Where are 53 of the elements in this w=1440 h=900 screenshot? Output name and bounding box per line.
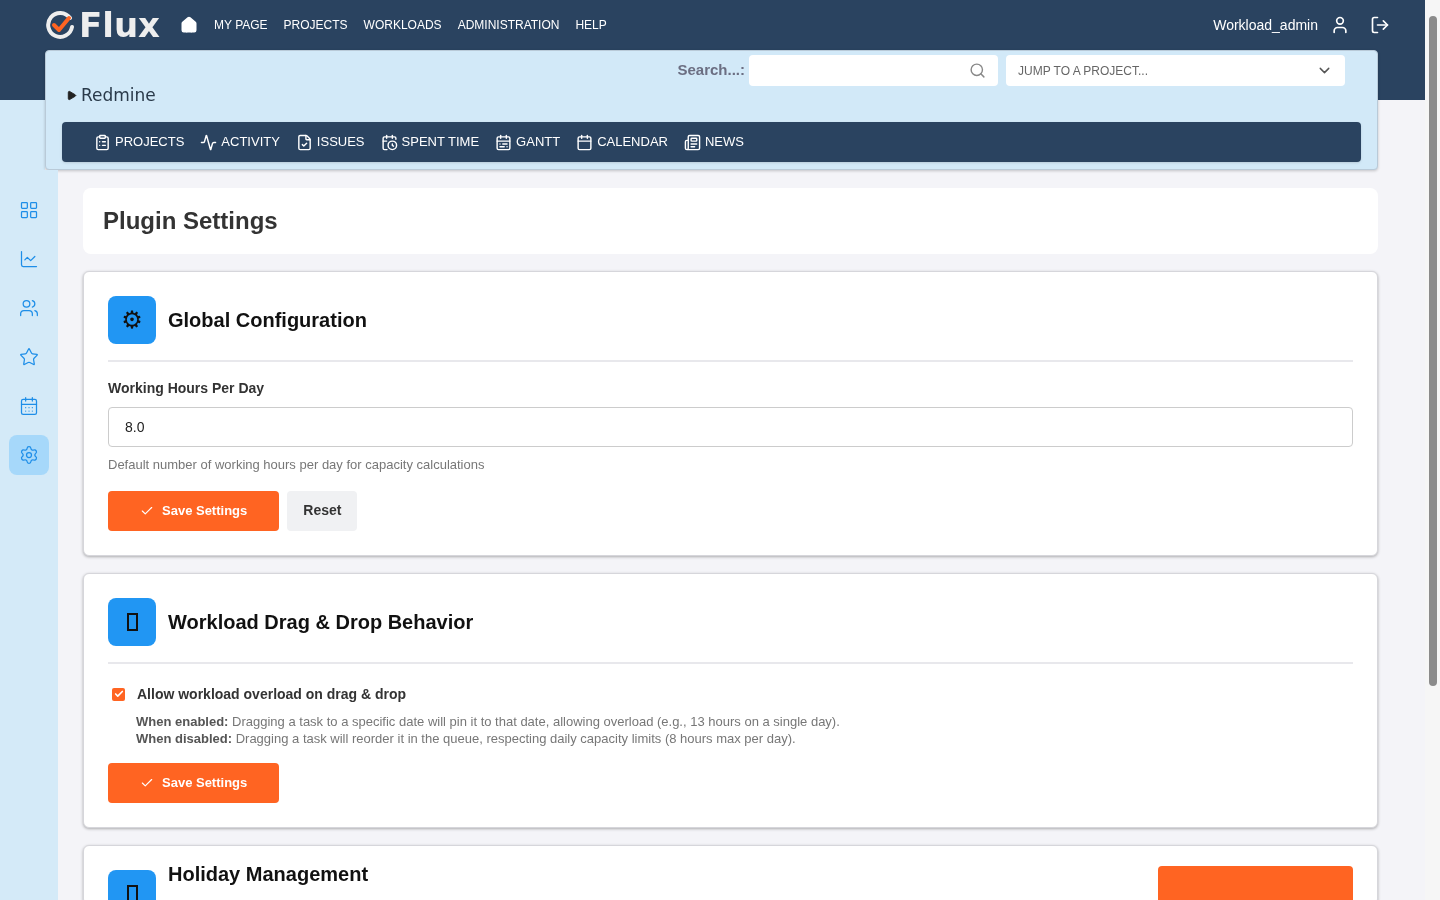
line-chart-icon — [19, 249, 39, 269]
nav-link[interactable]: WORKLOADS — [363, 16, 442, 34]
placeholder-glyph-icon — [108, 597, 156, 646]
section-title: Global Configuration — [168, 308, 367, 333]
user-name[interactable]: Workload_admin — [1213, 14, 1318, 36]
menu-tab[interactable]: ISSUES — [295, 132, 365, 152]
home-icon[interactable] — [180, 16, 198, 34]
search-icon — [969, 62, 986, 79]
menu-tab[interactable]: CALENDAR — [576, 132, 668, 152]
nav-link[interactable]: ADMINISTRATION — [457, 16, 560, 34]
document-check-icon — [295, 133, 313, 151]
page-title: Plugin Settings — [103, 206, 278, 236]
menu-tab[interactable]: SPENT TIME — [380, 132, 480, 152]
hours-input[interactable]: 8.0 — [108, 407, 1353, 447]
nav-link[interactable]: MY PAGE — [214, 16, 268, 34]
calendar-clock-icon — [380, 133, 398, 151]
section-title: Holiday Management — [168, 861, 369, 886]
field-label: Working Hours Per Day — [108, 379, 266, 398]
search-label: Search...: — [677, 60, 745, 81]
note-text: When enabled: Dragging a task to a specific date will pin it to that date, allowing overload (e.g., 13 hours on a single day). — [136, 712, 841, 730]
star-icon — [19, 347, 39, 367]
menu-tab[interactable]: NEWS — [683, 132, 744, 152]
users-icon — [19, 298, 39, 318]
settings-icon — [19, 445, 39, 465]
brand-name: Flux — [79, 8, 160, 42]
help-text: Default number of working hours per day for capacity calculations — [108, 456, 486, 474]
sidebar-item[interactable] — [9, 435, 49, 475]
project-select[interactable]: JUMP TO A PROJECT... — [1006, 55, 1345, 86]
grid-icon — [19, 200, 39, 220]
reset-button[interactable]: Reset — [287, 490, 358, 531]
nav-link[interactable]: HELP — [575, 16, 607, 34]
gantt-icon — [495, 133, 513, 151]
checkbox[interactable] — [112, 687, 125, 701]
user-icon[interactable] — [1330, 15, 1350, 35]
pulse-icon — [200, 133, 218, 151]
note-text: When disabled: Dragging a task will reorder it in the queue, respecting daily capacity limits (8 hours max per day). — [136, 729, 797, 747]
logout-icon[interactable] — [1370, 15, 1390, 35]
newspaper-icon — [683, 133, 701, 151]
section-title: Workload Drag & Drop Behavior — [168, 609, 474, 635]
add-button[interactable] — [1158, 865, 1353, 900]
menu-tab[interactable]: PROJECTS — [94, 132, 185, 152]
menu-tab[interactable]: ACTIVITY — [200, 132, 280, 152]
caret-right-icon[interactable] — [66, 90, 77, 102]
project-name: Redmine — [81, 84, 156, 107]
gear-icon: ⚙ — [108, 296, 156, 344]
checkbox-label: Allow workload overload on drag & drop — [137, 684, 407, 704]
clipboard-icon — [94, 133, 111, 151]
calendar-icon — [19, 396, 39, 416]
logo-icon — [45, 10, 75, 40]
menu-tab[interactable]: GANTT — [495, 132, 561, 152]
nav-link[interactable]: PROJECTS — [283, 16, 348, 34]
calendar-icon — [576, 133, 594, 151]
search-field[interactable] — [749, 55, 998, 86]
